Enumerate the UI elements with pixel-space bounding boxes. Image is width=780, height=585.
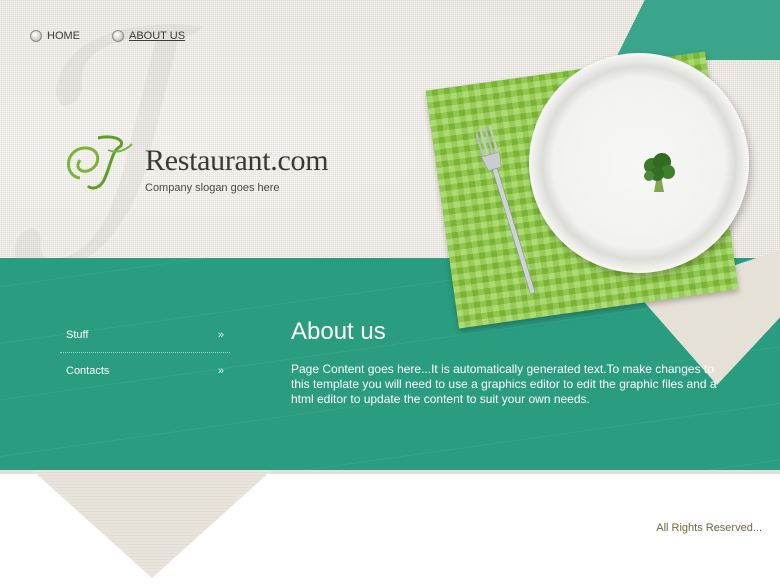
- monogram-icon: [67, 135, 133, 190]
- sidebar-item-label[interactable]: Stuff: [66, 329, 88, 341]
- radio-bullet-icon: [112, 30, 124, 42]
- sidebar-menu: Stuff » Contacts »: [60, 318, 230, 388]
- nav-about-us[interactable]: ABOUT US: [112, 30, 185, 42]
- broccoli-image: [644, 153, 675, 192]
- radio-bullet-icon: [30, 30, 42, 42]
- sidebar-item-stuff[interactable]: Stuff »: [60, 318, 230, 352]
- plate-image: [529, 53, 749, 273]
- site-slogan: Company slogan goes here: [145, 182, 280, 194]
- double-chevron-right-icon: »: [217, 365, 224, 377]
- double-chevron-right-icon: »: [217, 329, 224, 341]
- nav-home-label[interactable]: HOME: [47, 30, 80, 42]
- top-navigation: HOME ABOUT US: [30, 30, 185, 42]
- napkin-decoration: [32, 470, 272, 578]
- page: ℐ HOME ABOUT US Restaurant.com Company s…: [0, 0, 780, 585]
- sidebar-item-label[interactable]: Contacts: [66, 365, 109, 377]
- page-title: About us: [291, 318, 386, 345]
- site-title: Restaurant.com: [145, 144, 329, 177]
- nav-home[interactable]: HOME: [30, 30, 80, 42]
- sidebar-item-contacts[interactable]: Contacts »: [60, 354, 230, 388]
- page-body-text: Page Content goes here...It is automatic…: [291, 362, 717, 406]
- nav-about-us-label[interactable]: ABOUT US: [129, 30, 185, 42]
- footer-copyright: All Rights Reserved...: [656, 522, 762, 534]
